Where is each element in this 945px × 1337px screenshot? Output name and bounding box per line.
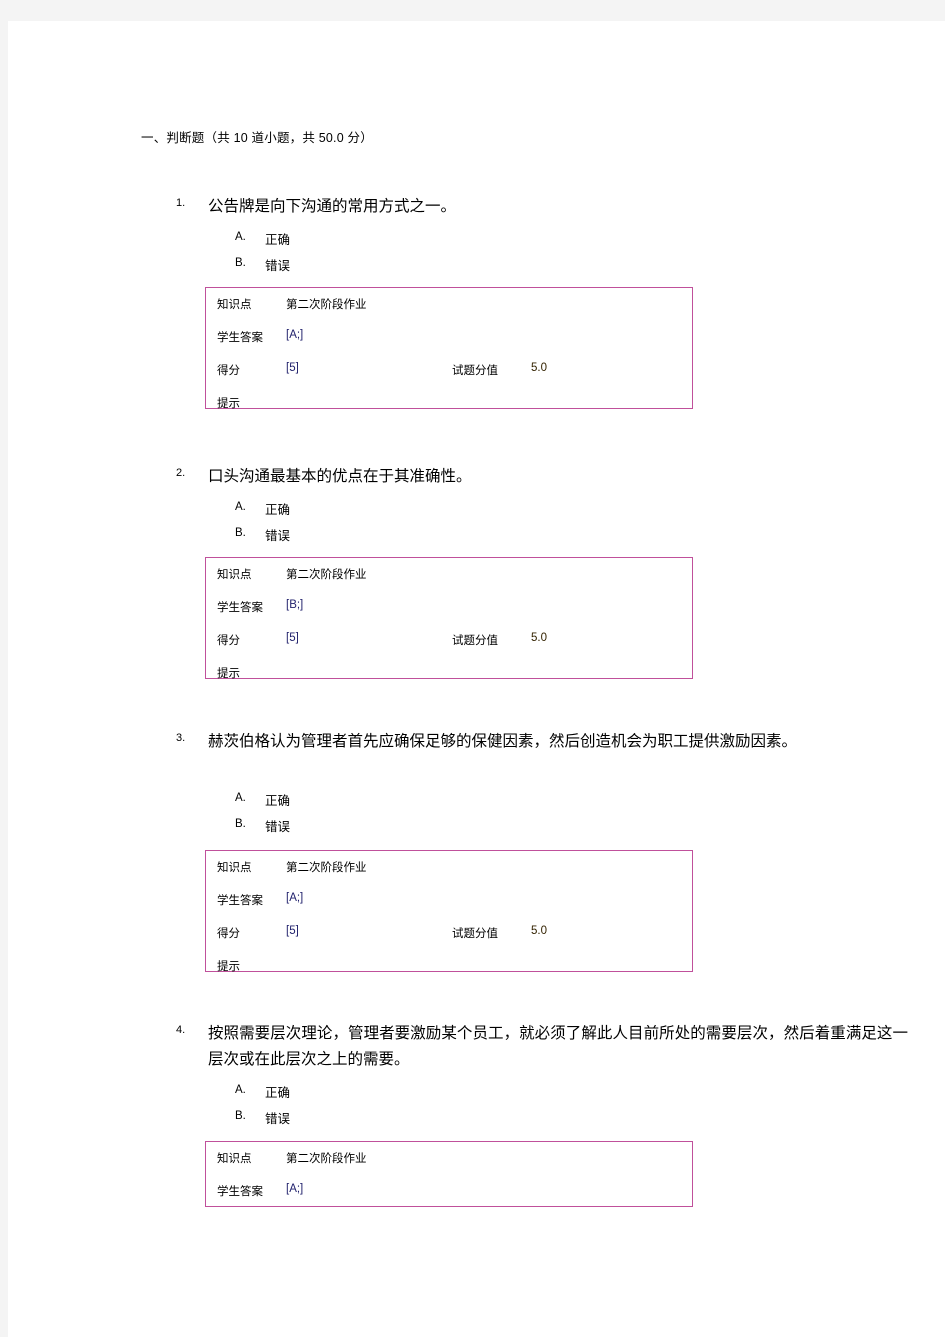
knowledge-point-label: 知识点 — [217, 569, 252, 581]
option-label: 错误 — [265, 1112, 291, 1126]
score-value: [5] — [286, 632, 299, 644]
option-row[interactable]: A. 正确 — [8, 227, 945, 253]
document-page: 一、判断题（共 10 道小题，共 50.0 分） 1. 公告牌是向下沟通的常用方… — [8, 21, 945, 1337]
option-label: 错误 — [265, 529, 291, 543]
option-letter: A. — [235, 501, 246, 513]
answer-row-score: 得分 [5] 试题分值 5.0 — [206, 917, 692, 950]
option-list: A. 正确 B. 错误 — [8, 788, 945, 840]
option-label: 正确 — [265, 794, 291, 808]
answer-row-knowledge-point: 知识点 第二次阶段作业 — [206, 558, 692, 591]
option-label: 错误 — [265, 820, 291, 834]
answer-row-knowledge-point: 知识点 第二次阶段作业 — [206, 288, 692, 321]
knowledge-point-label: 知识点 — [217, 1153, 252, 1165]
question-value-value: 5.0 — [531, 632, 547, 644]
score-label: 得分 — [217, 635, 240, 647]
knowledge-point-label: 知识点 — [217, 862, 252, 874]
option-row[interactable]: B. 错误 — [8, 1106, 945, 1132]
answer-row-score: 得分 [5] 试题分值 5.0 — [206, 354, 692, 387]
question-value-label: 试题分值 — [452, 635, 498, 647]
knowledge-point-value: 第二次阶段作业 — [286, 569, 367, 581]
answer-row-hint: 提示 — [206, 950, 692, 983]
question-value-value: 5.0 — [531, 925, 547, 937]
score-label: 得分 — [217, 365, 240, 377]
option-label: 正确 — [265, 503, 291, 517]
answer-row-score: 得分 [5] 试题分值 5.0 — [206, 624, 692, 657]
question-text: 赫茨伯格认为管理者首先应确保足够的保健因素，然后创造机会为职工提供激励因素。 — [208, 733, 798, 750]
option-label: 正确 — [265, 233, 291, 247]
question-value-label: 试题分值 — [452, 928, 498, 940]
answer-row-hint: 提示 — [206, 657, 692, 690]
answer-row-hint: 提示 — [206, 387, 692, 420]
section-title: 一、判断题（共 10 道小题，共 50.0 分） — [141, 131, 373, 145]
student-answer-label: 学生答案 — [217, 1186, 263, 1198]
question-text: 口头沟通最基本的优点在于其准确性。 — [208, 468, 472, 485]
score-value: [5] — [286, 362, 299, 374]
option-row[interactable]: B. 错误 — [8, 814, 945, 840]
knowledge-point-value: 第二次阶段作业 — [286, 862, 367, 874]
answer-row-knowledge-point: 知识点 第二次阶段作业 — [206, 1142, 692, 1175]
score-value: [5] — [286, 925, 299, 937]
question-text: 公告牌是向下沟通的常用方式之一。 — [208, 198, 457, 215]
answer-row-student-answer: 学生答案 [A;] — [206, 884, 692, 917]
answer-box: 知识点 第二次阶段作业 学生答案 [B;] 得分 [5] 试题分值 5.0 提示 — [205, 557, 693, 680]
hint-label: 提示 — [217, 398, 240, 410]
knowledge-point-value: 第二次阶段作业 — [286, 299, 367, 311]
hint-label: 提示 — [217, 668, 240, 680]
option-letter: A. — [235, 1084, 246, 1096]
answer-row-student-answer: 学生答案 [B;] — [206, 591, 692, 624]
option-list: A. 正确 B. 错误 — [8, 1080, 945, 1132]
option-letter: A. — [235, 792, 246, 804]
student-answer-label: 学生答案 — [217, 332, 263, 344]
question-number: 1. — [176, 197, 186, 209]
option-list: A. 正确 B. 错误 — [8, 497, 945, 549]
answer-box: 知识点 第二次阶段作业 学生答案 [A;] 得分 [5] 试题分值 5.0 提示 — [205, 287, 693, 410]
question-number: 2. — [176, 467, 186, 479]
option-letter: B. — [235, 257, 246, 269]
student-answer-value: [A;] — [286, 329, 304, 341]
answer-row-knowledge-point: 知识点 第二次阶段作业 — [206, 851, 692, 884]
question-number: 4. — [176, 1024, 186, 1036]
option-letter: B. — [235, 818, 246, 830]
option-label: 错误 — [265, 259, 291, 273]
student-answer-label: 学生答案 — [217, 602, 263, 614]
question-value-value: 5.0 — [531, 362, 547, 374]
option-row[interactable]: B. 错误 — [8, 253, 945, 279]
answer-box: 知识点 第二次阶段作业 学生答案 [A;] 得分 [5] 试题分值 5.0 提示 — [205, 850, 693, 973]
option-row[interactable]: A. 正确 — [8, 1080, 945, 1106]
option-list: A. 正确 B. 错误 — [8, 227, 945, 279]
knowledge-point-label: 知识点 — [217, 299, 252, 311]
knowledge-point-value: 第二次阶段作业 — [286, 1153, 367, 1165]
score-label: 得分 — [217, 928, 240, 940]
hint-label: 提示 — [217, 961, 240, 973]
student-answer-value: [A;] — [286, 892, 304, 904]
student-answer-label: 学生答案 — [217, 895, 263, 907]
question-text: 按照需要层次理论，管理者要激励某个员工，就必须了解此人目前所处的需要层次，然后着… — [208, 1025, 908, 1068]
option-row[interactable]: B. 错误 — [8, 523, 945, 549]
student-answer-value: [B;] — [286, 599, 304, 611]
option-letter: B. — [235, 1110, 246, 1122]
answer-row-student-answer: 学生答案 [A;] — [206, 1175, 692, 1208]
option-row[interactable]: A. 正确 — [8, 497, 945, 523]
option-letter: B. — [235, 527, 246, 539]
question-value-label: 试题分值 — [452, 365, 498, 377]
option-row[interactable]: A. 正确 — [8, 788, 945, 814]
answer-row-student-answer: 学生答案 [A;] — [206, 321, 692, 354]
question-number: 3. — [176, 732, 186, 744]
answer-box: 知识点 第二次阶段作业 学生答案 [A;] — [205, 1141, 693, 1207]
student-answer-value: [A;] — [286, 1183, 304, 1195]
option-label: 正确 — [265, 1086, 291, 1100]
option-letter: A. — [235, 231, 246, 243]
